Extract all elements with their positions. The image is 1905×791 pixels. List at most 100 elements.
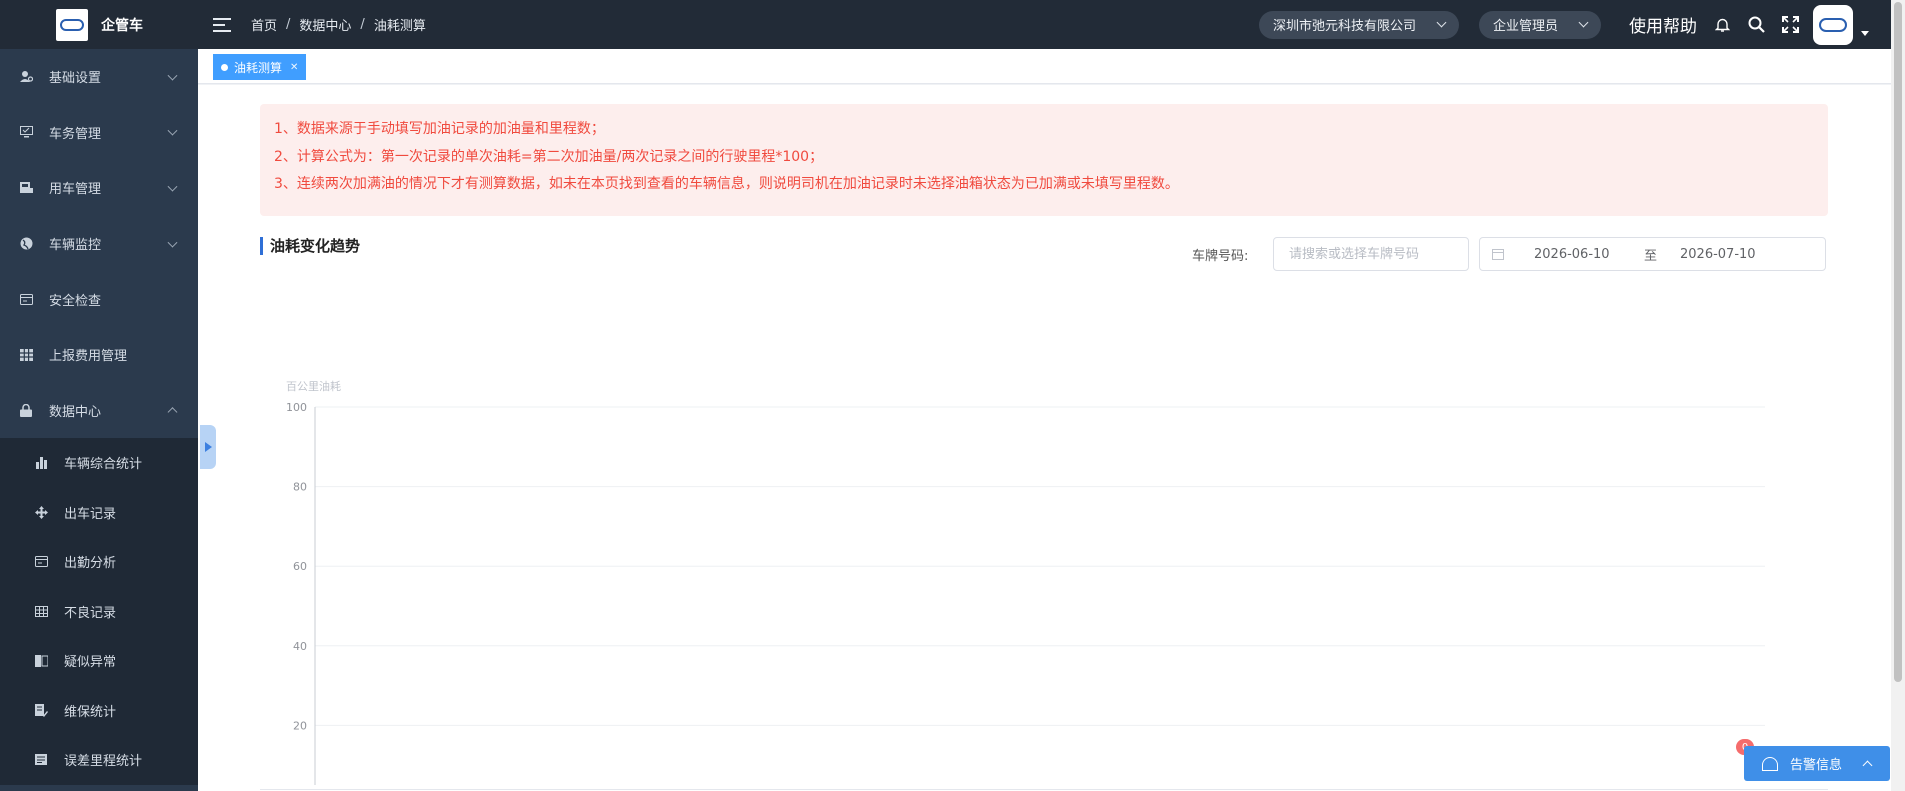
sidebar-subitem-mileage-error[interactable]: 误差里程统计 (0, 735, 198, 785)
expand-panel-handle[interactable] (200, 425, 216, 469)
book-icon (34, 654, 48, 668)
sidebar-subitem-label: 出车记录 (64, 506, 117, 522)
table-icon (34, 604, 48, 618)
tab-fuel-calc[interactable]: 油耗测算 ✕ (213, 54, 307, 80)
sidebar-subitem-suspected-anomaly[interactable]: 疑似异常 (0, 636, 198, 686)
sidebar-subitem-bad-records[interactable]: 不良记录 (0, 587, 198, 637)
sidebar-item-label: 基础设置 (49, 71, 102, 87)
sidebar-subitem-label: 车辆综合统计 (64, 457, 143, 473)
sidebar-item-label: 上报费用管理 (49, 349, 128, 365)
collapse-menu-icon[interactable] (213, 17, 231, 32)
date-start[interactable]: 2026-06-10 (1534, 247, 1644, 262)
chevron-down-icon (167, 70, 178, 81)
y-axis-title: 百公里油耗 (286, 379, 341, 393)
chevron-down-icon (167, 237, 178, 248)
edit-doc-icon (34, 703, 48, 717)
sidebar-item-label: 用车管理 (49, 182, 102, 198)
chevron-down-icon (1578, 17, 1589, 28)
sidebar-item-label: 安全检查 (49, 293, 102, 309)
sidebar-item-label: 车辆监控 (49, 238, 102, 254)
breadcrumb: 首页 / 数据中心 / 油耗测算 (251, 15, 426, 34)
breadcrumb-current: 油耗测算 (373, 19, 426, 34)
company-select[interactable]: 深圳市弛元科技有限公司 (1258, 10, 1459, 39)
breadcrumb-separator: / (286, 17, 291, 32)
siren-icon (1762, 756, 1778, 771)
sidebar-subitem-label: 不良记录 (64, 605, 117, 621)
sidebar-item-label: 车务管理 (49, 126, 102, 142)
sidebar: 企管车 基础设置 车务管理 用车管理 车辆监控 安全检查 上报费用管理 数据中心… (0, 0, 198, 791)
company-select-value: 深圳市弛元科技有限公司 (1272, 19, 1416, 34)
active-dot-icon (221, 63, 228, 71)
sidebar-item-basic-settings[interactable]: 基础设置 (0, 49, 198, 105)
header-actions: 深圳市弛元科技有限公司 企业管理员 使用帮助 (1258, 0, 1905, 49)
y-tick-label: 20 (293, 719, 307, 732)
divider (260, 789, 1828, 790)
sidebar-subitem-label: 疑似异常 (64, 655, 117, 671)
logo-icon (56, 8, 88, 41)
scrollbar-thumb[interactable] (1894, 2, 1902, 682)
fullscreen-icon[interactable] (1781, 16, 1799, 34)
alarm-label: 告警信息 (1790, 758, 1843, 773)
chevron-down-icon (167, 126, 178, 136)
chevron-down-icon (167, 181, 178, 192)
chevron-down-icon (1436, 17, 1447, 28)
sidebar-item-car-usage[interactable]: 用车管理 (0, 160, 198, 216)
globe-icon (19, 237, 33, 251)
breadcrumb-separator: / (360, 17, 365, 32)
notice-line: 2、计算公式为：第一次记录的单次油耗=第二次加油量/两次记录之间的行驶里程*10… (274, 148, 824, 165)
user-settings-icon (19, 70, 33, 84)
y-tick-label: 60 (293, 560, 307, 573)
close-icon[interactable]: ✕ (290, 62, 298, 73)
breadcrumb-home[interactable]: 首页 (251, 15, 277, 34)
main-content: 1、数据来源于手动填写加油记录的加油量和里程数； 2、计算公式为：第一次记录的单… (198, 85, 1891, 791)
breadcrumb-data-center[interactable]: 数据中心 (299, 15, 351, 34)
y-tick-label: 100 (286, 401, 307, 414)
sidebar-item-data-center[interactable]: 数据中心 (0, 383, 198, 439)
alarm-info-button[interactable]: 告警信息 (1744, 746, 1890, 781)
sidebar-item-vehicle-monitor[interactable]: 车辆监控 (0, 216, 198, 272)
plate-label: 车牌号码: (1192, 249, 1249, 264)
calendar-icon (1492, 248, 1504, 260)
role-select[interactable]: 企业管理员 (1478, 10, 1601, 39)
date-end[interactable]: 2026-07-10 (1680, 247, 1790, 262)
data-center-submenu: 车辆综合统计 出车记录 出勤分析 不良记录 疑似异常 维保统计 误差里程统计 (0, 438, 198, 785)
fuel-consumption-chart: 百公里油耗020406080100日期 (286, 379, 1765, 785)
notice-box: 1、数据来源于手动填写加油记录的加油量和里程数； 2、计算公式为：第一次记录的单… (260, 104, 1828, 216)
card-icon (19, 292, 33, 306)
sidebar-item-vehicle-affairs[interactable]: 车务管理 (0, 105, 198, 161)
date-range-picker[interactable]: 2026-06-10 至 2026-07-10 (1479, 237, 1826, 271)
bar-chart-icon (34, 456, 48, 470)
role-select-value: 企业管理员 (1492, 19, 1558, 34)
logo-text: 企管车 (101, 17, 143, 34)
sidebar-item-label: 数据中心 (49, 404, 102, 420)
tab-label: 油耗测算 (234, 60, 283, 75)
sidebar-subitem-label: 维保统计 (64, 704, 117, 720)
bell-icon[interactable] (1713, 16, 1731, 34)
sidebar-subitem-trip-records[interactable]: 出车记录 (0, 488, 198, 538)
sidebar-subitem-label: 出勤分析 (64, 556, 117, 572)
sidebar-subitem-attendance[interactable]: 出勤分析 (0, 537, 198, 587)
play-icon (204, 442, 212, 452)
y-tick-label: 80 (293, 481, 307, 494)
date-range-separator: 至 (1644, 248, 1658, 264)
grid-icon (19, 348, 33, 362)
sidebar-item-expense-report[interactable]: 上报费用管理 (0, 327, 198, 383)
tabs-bar: 油耗测算 ✕ (198, 49, 1891, 84)
avatar[interactable] (1813, 4, 1853, 45)
caret-down-icon[interactable] (1861, 31, 1869, 36)
notice-line: 3、连续两次加满油的情况下才有测算数据，如未在本页找到查看的车辆信息，则说明司机… (274, 176, 1179, 192)
page-scrollbar[interactable] (1891, 0, 1905, 791)
top-header: 首页 / 数据中心 / 油耗测算 深圳市弛元科技有限公司 企业管理员 使用帮助 (198, 0, 1905, 49)
sidebar-subitem-maintenance-stats[interactable]: 维保统计 (0, 686, 198, 736)
notice-line: 1、数据来源于手动填写加油记录的加油量和里程数； (274, 121, 605, 137)
move-icon (34, 505, 48, 519)
chevron-up-icon (167, 407, 178, 418)
sidebar-subitem-label: 误差里程统计 (64, 754, 143, 770)
plate-search-input[interactable] (1273, 237, 1469, 271)
sidebar-item-safety-check[interactable]: 安全检查 (0, 271, 198, 327)
sidebar-subitem-vehicle-stats[interactable]: 车辆综合统计 (0, 438, 198, 488)
car-icon (19, 181, 33, 195)
chevron-up-icon (1862, 760, 1873, 771)
search-icon[interactable] (1747, 16, 1765, 34)
help-link[interactable]: 使用帮助 (1629, 12, 1697, 37)
